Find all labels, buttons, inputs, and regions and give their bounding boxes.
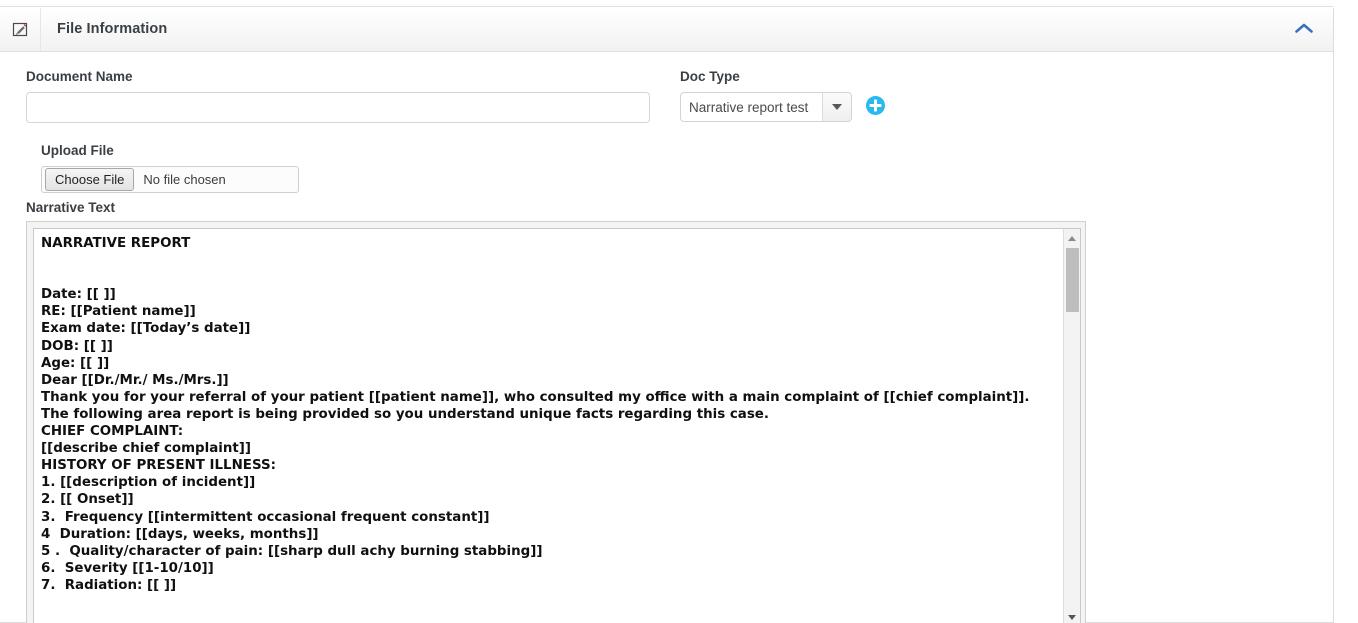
doc-type-row: Narrative report test bbox=[680, 92, 886, 122]
file-information-page: File Information Document Name Doc Type bbox=[0, 0, 1358, 623]
narrative-text-container: NARRATIVE REPORT Date: [[ ]] RE: [[Patie… bbox=[26, 221, 1086, 623]
file-upload-control[interactable]: Choose File No file chosen bbox=[41, 166, 299, 193]
doc-type-label: Doc Type bbox=[680, 69, 740, 84]
choose-file-button[interactable]: Choose File bbox=[45, 168, 135, 191]
scrollbar-thumb[interactable] bbox=[1066, 248, 1079, 312]
triangle-up-glyph bbox=[1068, 235, 1076, 241]
scroll-up-arrow-icon[interactable] bbox=[1064, 230, 1080, 246]
page-top-strip bbox=[0, 0, 1334, 7]
doc-type-field-group: Doc Type Narrative report test bbox=[680, 69, 886, 122]
caret-down-icon bbox=[832, 104, 842, 110]
narrative-text-scrollbar[interactable] bbox=[1063, 229, 1080, 623]
file-information-panel: File Information Document Name Doc Type bbox=[0, 8, 1334, 623]
page-right-gutter bbox=[1334, 0, 1358, 623]
edit-square-pencil-icon bbox=[12, 21, 29, 38]
panel-collapse-button[interactable] bbox=[1287, 8, 1321, 51]
doc-type-selected-value: Narrative report test bbox=[689, 99, 809, 115]
panel-header: File Information bbox=[0, 8, 1333, 52]
narrative-text-label: Narrative Text bbox=[26, 200, 116, 215]
narrative-text-content[interactable]: NARRATIVE REPORT Date: [[ ]] RE: [[Patie… bbox=[34, 229, 1042, 623]
panel-body: Document Name Doc Type Narrative report … bbox=[0, 52, 1333, 623]
scroll-down-arrow-icon[interactable] bbox=[1064, 609, 1080, 623]
plus-circle-icon bbox=[865, 95, 886, 119]
page-title: File Information bbox=[57, 21, 168, 37]
doc-type-select[interactable]: Narrative report test bbox=[680, 92, 852, 122]
document-name-input[interactable] bbox=[26, 92, 650, 123]
narrative-text-field-group: Narrative Text NARRATIVE REPORT Date: [[… bbox=[26, 200, 1086, 623]
doc-type-dropdown-button[interactable] bbox=[822, 93, 851, 121]
upload-file-field-group: Upload File Choose File No file chosen bbox=[41, 143, 299, 193]
document-name-field-group: Document Name bbox=[26, 69, 651, 123]
file-chosen-status: No file chosen bbox=[143, 172, 226, 187]
document-name-label: Document Name bbox=[26, 69, 133, 84]
panel-header-icon-cell bbox=[0, 8, 41, 51]
chevron-up-icon bbox=[1294, 22, 1314, 38]
upload-file-label: Upload File bbox=[41, 143, 114, 158]
narrative-text-editor[interactable]: NARRATIVE REPORT Date: [[ ]] RE: [[Patie… bbox=[33, 228, 1081, 623]
add-doc-type-button[interactable] bbox=[865, 95, 886, 119]
triangle-down-glyph bbox=[1068, 614, 1076, 620]
